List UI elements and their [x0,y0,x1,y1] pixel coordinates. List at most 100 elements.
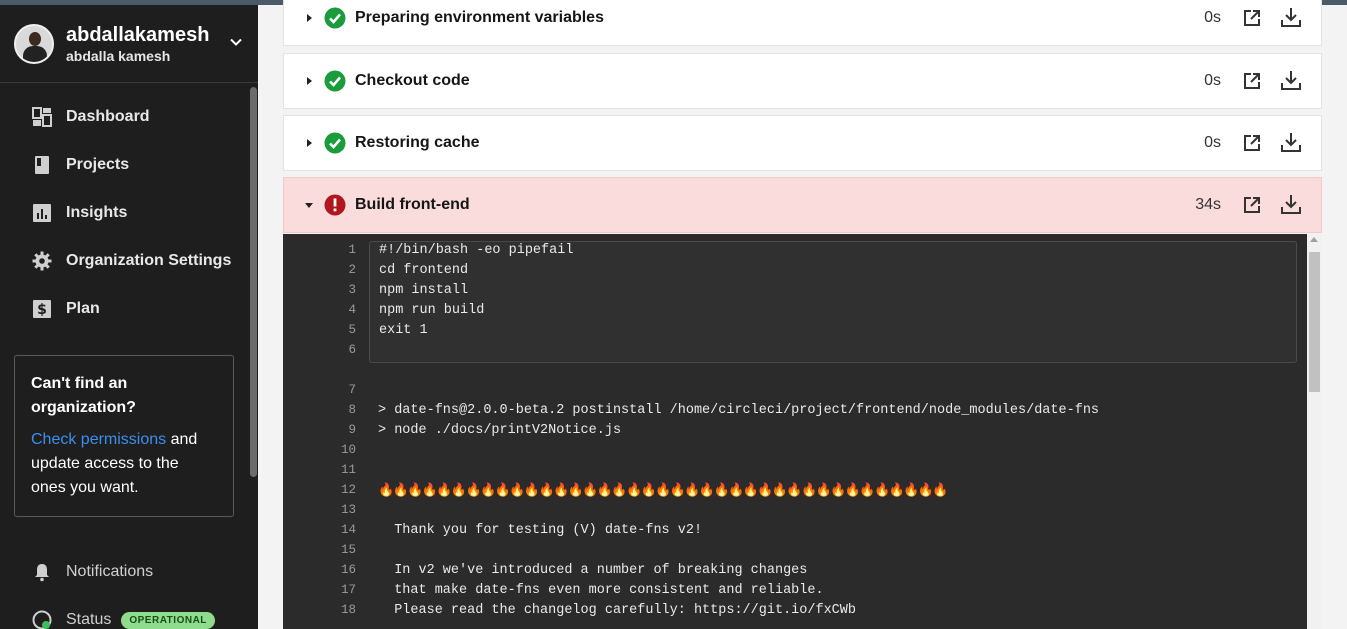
step-duration: 0s [1204,72,1221,89]
line-text: > node ./docs/printV2Notice.js [378,423,622,438]
line-number: 5 [348,323,356,337]
line-number: 12 [340,483,356,497]
sidebar-item-label: Notifications [66,563,154,580]
check-permissions-link[interactable]: Check permissions [31,431,166,448]
open-external-icon[interactable] [1243,72,1261,90]
success-check-icon [324,132,346,154]
console-line: 17 that make date-fns even more consiste… [283,583,1303,603]
gear-icon [32,251,52,271]
line-text: > date-fns@2.0.0-beta.2 postinstall /hom… [378,403,1100,418]
console-line: 7 [283,383,1303,403]
download-icon[interactable] [1281,194,1301,214]
console-line: 9 > node ./docs/printV2Notice.js [283,423,1303,443]
sidebar-item-notifications[interactable]: Notifications [0,548,258,596]
caret-right-icon[interactable] [304,138,314,148]
download-icon[interactable] [1281,132,1301,152]
job-steps-panel: Preparing environment variables 0s Check… [258,0,1347,629]
console-line: 5 exit 1 [283,323,1303,343]
cant-find-title: Can't find an organization? [31,375,136,416]
console-line: 18 Please read the changelog carefully: … [283,603,1303,623]
line-text: npm run build [379,303,485,318]
line-text: Thank you for testing (V) date-fns v2! [378,523,703,538]
line-text: exit 1 [379,323,428,338]
line-number: 15 [340,543,356,557]
console-line: 16 In v2 we've introduced a number of br… [283,563,1303,583]
caret-right-icon[interactable] [304,13,314,23]
console-line: 13 [283,503,1303,523]
error-icon [324,194,346,216]
console-line: 11 [283,463,1303,483]
cant-find-organization-panel: Can't find an organization? Check permis… [14,355,234,517]
step-row[interactable]: Preparing environment variables 0s [283,0,1322,46]
sidebar-item-plan[interactable]: $ Plan [0,285,258,333]
console-line: 3 npm install [283,283,1303,303]
sidebar-item-insights[interactable]: Insights [0,189,258,237]
sidebar-item-label: Status [66,611,112,628]
console-line: 12 🔥🔥🔥🔥🔥🔥🔥🔥🔥🔥🔥🔥🔥🔥🔥🔥🔥🔥🔥🔥🔥🔥🔥🔥🔥🔥🔥🔥🔥🔥🔥🔥🔥🔥🔥🔥🔥🔥… [283,483,1303,503]
step-row[interactable]: Checkout code 0s [283,53,1322,109]
line-text: that make date-fns even more consistent … [378,583,824,598]
username: abdallakamesh [66,23,210,46]
line-number: 3 [348,283,356,297]
line-number: 16 [340,563,356,577]
line-number: 7 [348,383,356,397]
step-duration: 0s [1204,134,1221,151]
line-number: 18 [340,603,356,617]
sidebar-scrollbar-thumb[interactable] [250,87,257,477]
step-duration: 34s [1195,196,1221,213]
line-text: npm install [379,283,469,298]
console-line: 14 Thank you for testing (V) date-fns v2… [283,523,1303,543]
step-duration: 0s [1204,9,1221,26]
scroll-up-arrow-icon[interactable] [1310,237,1318,242]
console-line: 6 [283,343,1303,363]
step-row-failed[interactable]: Build front-end 34s [283,177,1322,233]
line-text: In v2 we've introduced a number of break… [378,563,808,578]
step-row[interactable]: Restoring cache 0s [283,115,1322,171]
line-number: 2 [348,263,356,277]
open-external-icon[interactable] [1243,134,1261,152]
step-name: Preparing environment variables [355,9,604,26]
console-line: 1 #!/bin/bash -eo pipefail [283,243,1303,263]
line-number: 9 [348,423,356,437]
console-line: 8 > date-fns@2.0.0-beta.2 postinstall /ho… [283,403,1303,423]
caret-down-icon[interactable] [304,200,314,210]
cant-find-rest-2: update access to the ones you want. [31,455,179,496]
dashboard-icon [32,107,52,127]
line-number: 6 [348,343,356,357]
sidebar-item-organization-settings[interactable]: Organization Settings [0,237,258,285]
console-line: 4 npm run build [283,303,1303,323]
cant-find-rest-1: and [166,431,198,448]
line-number: 17 [340,583,356,597]
cant-find-text: Check permissions and update access to t… [31,428,217,500]
console-scrollbar-thumb[interactable] [1309,252,1320,392]
sidebar-item-label: Dashboard [66,108,150,125]
status-icon [32,610,52,629]
line-number: 8 [348,403,356,417]
sidebar-item-dashboard[interactable]: Dashboard [0,93,258,141]
sidebar-bottom-nav: Notifications Status OPERATIONAL [0,548,258,629]
console-output[interactable]: 1 #!/bin/bash -eo pipefail 2 cd frontend 3 np… [283,234,1322,629]
chevron-down-icon[interactable] [230,36,242,48]
console-line: 10 [283,443,1303,463]
success-check-icon [324,70,346,92]
line-number: 4 [348,303,356,317]
sidebar-item-status[interactable]: Status OPERATIONAL [0,596,258,629]
open-external-icon[interactable] [1243,196,1261,214]
open-external-icon[interactable] [1243,9,1261,27]
download-icon[interactable] [1281,7,1301,27]
line-text: Please read the changelog carefully: htt… [378,603,856,618]
user-menu[interactable]: abdallakamesh abdalla kamesh [0,5,258,83]
download-icon[interactable] [1281,70,1301,90]
sidebar-item-label: Organization Settings [66,252,232,269]
caret-right-icon[interactable] [304,76,314,86]
bell-icon [35,564,49,582]
step-name: Checkout code [355,72,470,89]
avatar [14,23,54,64]
insights-icon [33,204,51,222]
user-fullname: abdalla kamesh [66,47,171,64]
sidebar-item-projects[interactable]: Projects [0,141,258,189]
step-name: Restoring cache [355,134,480,151]
console-line: 2 cd frontend [283,263,1303,283]
sidebar-nav: Dashboard Projects Insights Organization… [0,93,258,333]
line-number: 11 [340,463,356,477]
